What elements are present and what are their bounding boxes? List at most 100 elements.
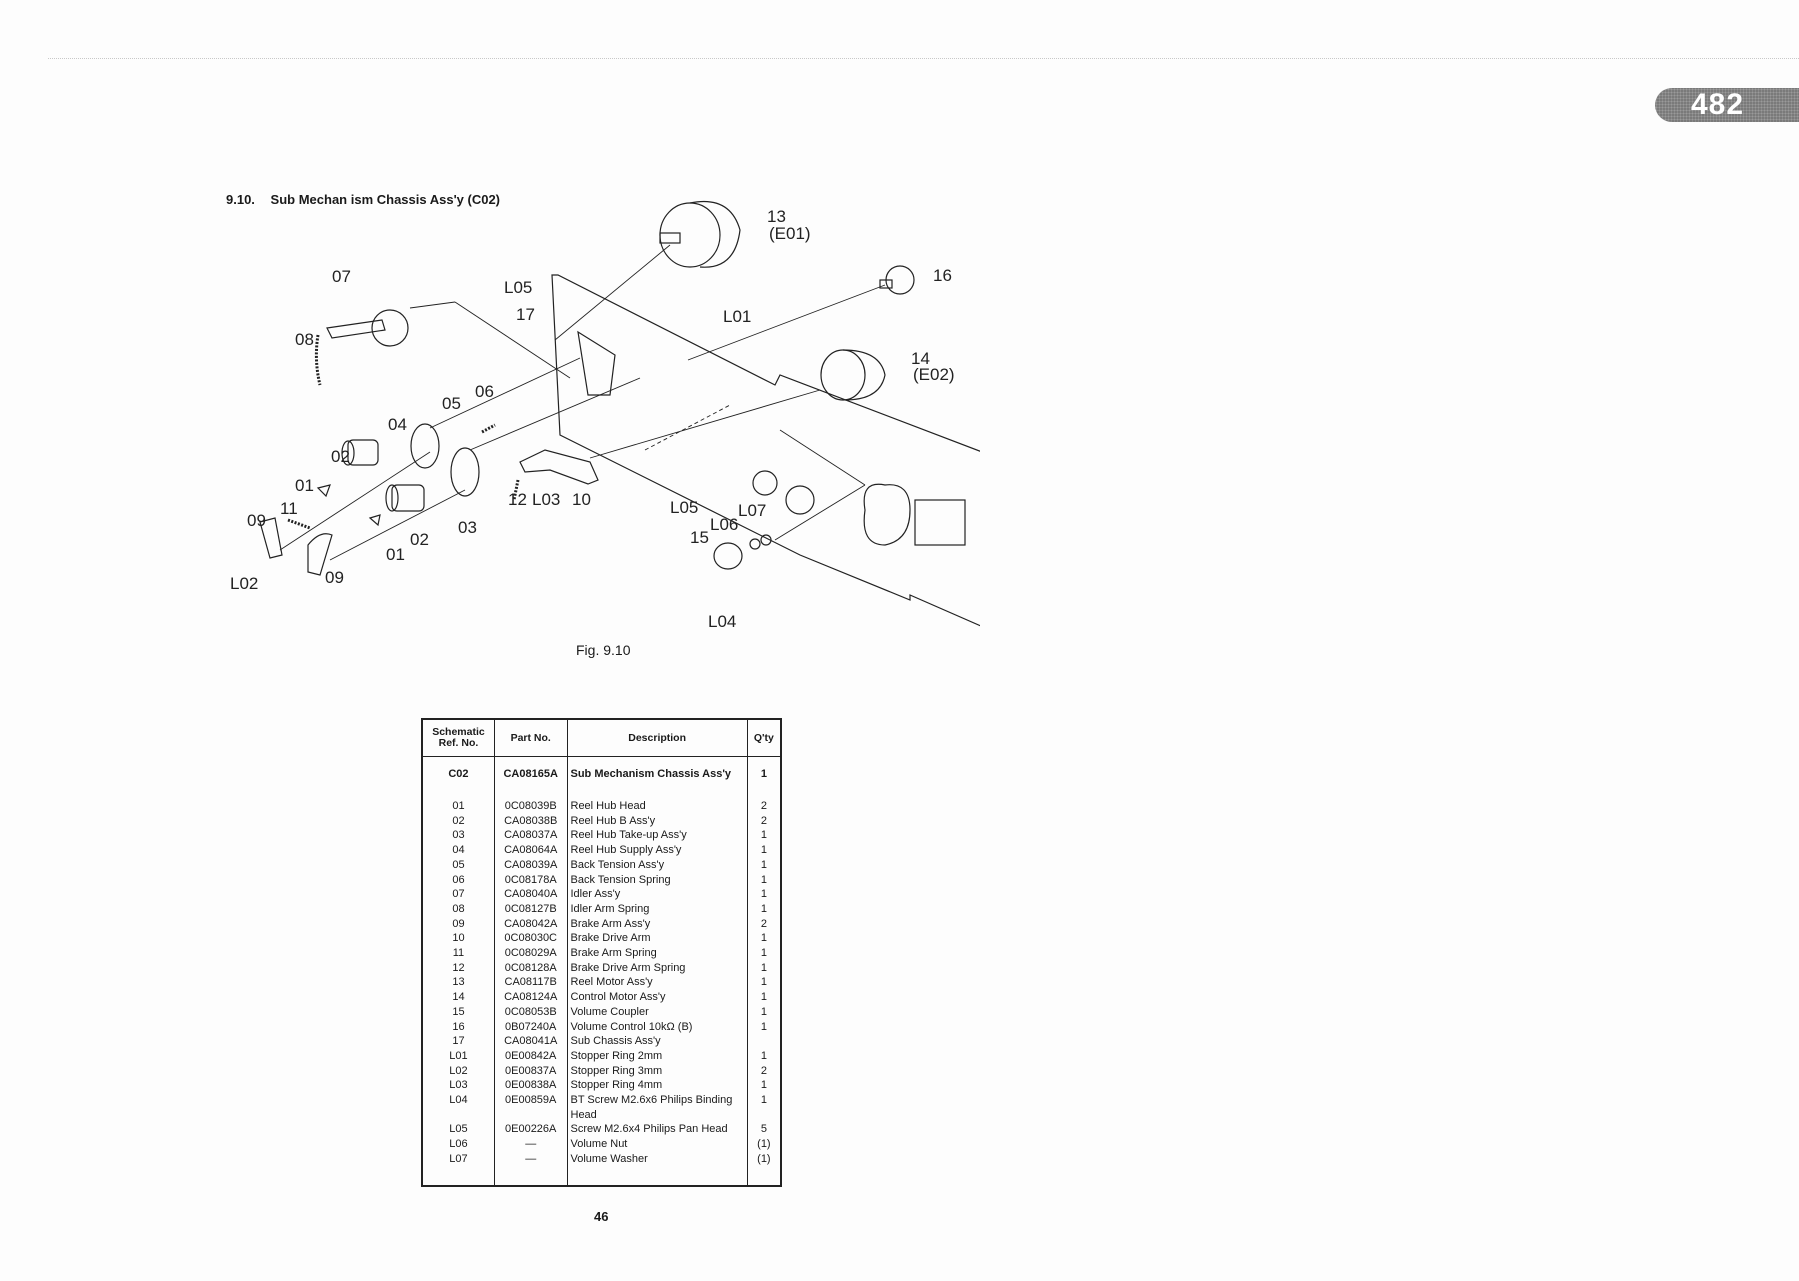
cell-part-no: 0C08039B (493, 799, 568, 814)
cell-qty: 1 (746, 1078, 782, 1094)
cell-description: BT Screw M2.6x6 Philips Binding Head (566, 1093, 748, 1123)
cell-qty: 5 (746, 1122, 782, 1138)
callout-E01: (E01) (769, 224, 811, 243)
cell-ref: 11 (421, 946, 495, 961)
cell-qty: (1) (746, 1151, 782, 1167)
cell-part-no: CA08039A (493, 857, 568, 873)
cell-qty: 1 (746, 843, 782, 858)
header-qty: Q'ty (746, 718, 782, 757)
callout-L01: L01 (723, 307, 751, 326)
brake-drive-arm-10 (519, 449, 599, 485)
cell-part-no: CA08038B (493, 813, 568, 829)
table-row: 02 CA08038B Reel Hub B Ass'y 2 (421, 813, 782, 829)
callout-E02: (E02) (913, 365, 955, 384)
volume-control-16 (879, 265, 915, 295)
callout-09-right: 09 (325, 568, 344, 587)
callout-03: 03 (458, 518, 477, 537)
cell-description: Back Tension Ass'y (566, 857, 748, 873)
callout-02-lower: 02 (410, 530, 429, 549)
cell-qty: 1 (746, 756, 782, 791)
cell-ref: 07 (421, 887, 495, 902)
cell-ref: 03 (421, 828, 495, 844)
volume-coupler-15 (713, 542, 743, 570)
cell-qty: (1) (746, 1137, 782, 1152)
cell-qty: 1 (746, 1048, 782, 1064)
sub-chassis-plate (551, 274, 980, 627)
cell-ref: L01 (421, 1048, 495, 1064)
cell-description: Brake Drive Arm (566, 931, 748, 947)
table-row: 11 0C08029A Brake Arm Spring 1 (421, 946, 782, 961)
table-header-row: Schematic Ref. No. Part No. Description … (421, 718, 782, 757)
table-row: L06— Volume Nut (1) (421, 1137, 782, 1152)
callout-11: 11 (280, 499, 298, 518)
callout-L05-top: L05 (504, 278, 532, 297)
table-spacer (421, 791, 782, 799)
cell-description: Reel Hub Supply Ass'y (566, 843, 748, 858)
callout-L03: L03 (532, 490, 560, 509)
cell-ref: L03 (421, 1078, 495, 1094)
cell-ref: L02 (421, 1063, 495, 1079)
cell-qty: 2 (746, 799, 782, 814)
cell-qty (746, 1034, 782, 1049)
cell-ref: 17 (421, 1034, 495, 1049)
cell-qty: 1 (746, 990, 782, 1005)
cell-qty: 1 (746, 828, 782, 844)
callout-10: 10 (572, 490, 591, 509)
table-spacer (421, 1166, 782, 1186)
cell-description: Brake Arm Ass'y (566, 916, 748, 932)
callout-06: 06 (475, 382, 494, 401)
cell-part-no: CA08165A (493, 756, 568, 791)
callout-09-left: 09 (247, 511, 266, 530)
cell-description: Reel Hub Head (566, 799, 748, 814)
page-number: 46 (594, 1209, 609, 1224)
cell-ref: 04 (421, 843, 495, 858)
cell-ref: 12 (421, 960, 495, 976)
cell-description: Back Tension Spring (566, 872, 748, 888)
cell-part-no: 0C08127B (493, 901, 568, 917)
cell-description: Reel Hub Take-up Ass'y (566, 828, 748, 844)
cell-ref: 08 (421, 901, 495, 917)
callout-17: 17 (516, 305, 535, 324)
cell-description: Brake Arm Spring (566, 946, 748, 961)
cell-description: Sub Mechanism Chassis Ass'y (566, 756, 748, 791)
cell-qty: 2 (746, 813, 782, 829)
cell-part-no: 0C08030C (493, 931, 568, 947)
cell-qty: 1 (746, 857, 782, 873)
cell-qty: 1 (746, 901, 782, 917)
table-row-main: C02 CA08165A Sub Mechanism Chassis Ass'y… (421, 756, 782, 791)
cell-part-no: 0E00837A (493, 1063, 568, 1079)
cell-part-no: 0C08128A (493, 960, 568, 976)
cell-ref: L04 (421, 1093, 495, 1123)
cell-description: Reel Motor Ass'y (566, 975, 748, 991)
top-dotted-rule (48, 58, 1799, 59)
cell-description: Idler Ass'y (566, 887, 748, 902)
exploded-view-diagram: 07 08 L05 17 L01 13 (E01) 16 14 (E02) 05… (230, 200, 980, 631)
cell-description: Reel Hub B Ass'y (566, 813, 748, 829)
table-row: L07— Volume Washer (1) (421, 1151, 782, 1167)
cell-part-no: 0C08029A (493, 946, 568, 961)
figure-caption: Fig. 9.10 (576, 642, 631, 658)
cell-part-no: CA08040A (493, 887, 568, 902)
cell-ref: L05 (421, 1122, 495, 1138)
table-row: 04 CA08064A Reel Hub Supply Ass'y 1 (421, 843, 782, 858)
callout-04: 04 (388, 415, 407, 434)
cell-description: Volume Nut (566, 1137, 748, 1152)
callout-05: 05 (442, 394, 461, 413)
cell-qty: 1 (746, 946, 782, 961)
cell-qty: 1 (746, 1004, 782, 1020)
cell-description: Idler Arm Spring (566, 901, 748, 917)
cell-part-no: CA08064A (493, 843, 568, 858)
cell-ref: 02 (421, 813, 495, 829)
header-description: Description (566, 718, 748, 757)
spring-11 (287, 518, 311, 530)
table-row: 08 0C08127B Idler Arm Spring 1 (421, 901, 782, 917)
cell-description: Stopper Ring 4mm (566, 1078, 748, 1094)
cell-ref: C02 (421, 756, 495, 791)
callout-L07: L07 (738, 501, 766, 520)
cell-part-no: CA08042A (493, 916, 568, 932)
cell-ref: 06 (421, 872, 495, 888)
spring-06 (481, 423, 496, 434)
reel-hub-03 (450, 447, 480, 497)
cell-part-no: 0B07240A (493, 1019, 568, 1035)
cell-qty: 1 (746, 1093, 782, 1123)
